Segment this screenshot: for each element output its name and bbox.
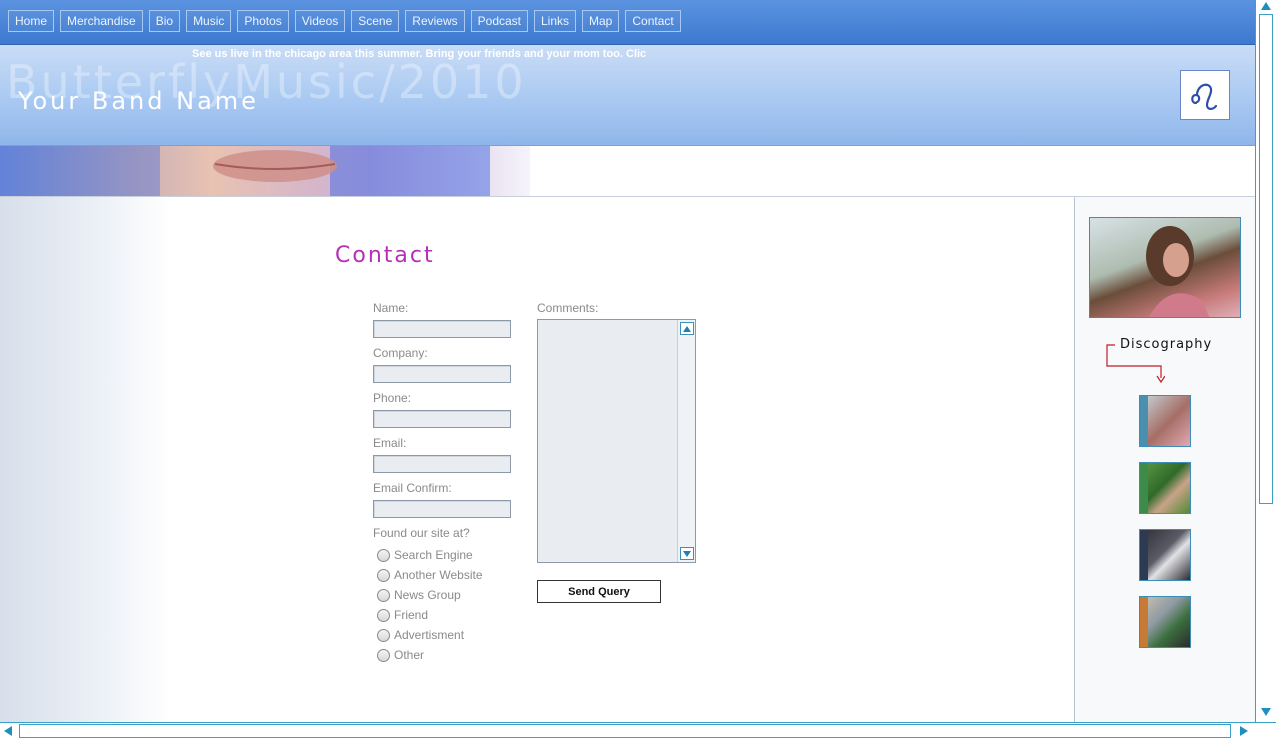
album-cover-band [1140,597,1148,647]
email-label: Email: [373,436,407,450]
name-field[interactable] [373,320,511,338]
header-banner: ButterflyMusic/2010 See us live in the c… [0,45,1255,146]
album-cover-2[interactable] [1139,462,1191,514]
horizontal-scroll-thumb[interactable] [19,724,1231,738]
phone-label: Phone: [373,391,412,405]
radio-another-website[interactable]: Another Website [377,568,483,582]
radio-button-icon[interactable] [377,608,390,622]
photo-strip [0,146,1255,197]
radio-label: News Group [394,588,461,602]
vertical-scrollbar[interactable] [1255,0,1276,722]
company-field[interactable] [373,365,511,383]
scroll-down-arrow-icon[interactable] [1260,706,1272,718]
company-label: Company: [373,346,428,360]
page-title: Contact [335,243,435,268]
nav-contact-link[interactable]: Contact [625,10,681,32]
main-content: Contact Name: Company: Phone: Email: Ema… [0,197,1074,722]
nav-bio-link[interactable]: Bio [148,10,181,32]
email-confirm-field[interactable] [373,500,511,518]
radio-other[interactable]: Other [377,648,424,662]
nav-merchandise-link[interactable]: Merchandise [60,10,143,32]
featured-artist-photo[interactable] [1089,217,1241,318]
album-cover-band [1140,463,1148,513]
radio-label: Search Engine [394,548,473,562]
radio-news-group[interactable]: News Group [377,588,461,602]
radio-label: Other [394,648,425,662]
radio-button-icon[interactable] [377,548,390,562]
comments-scrollbar[interactable] [677,320,695,562]
news-marquee[interactable]: See us live in the chicago area this sum… [192,48,646,60]
radio-button-icon[interactable] [377,648,390,662]
band-logo[interactable] [1180,70,1230,120]
found-site-label: Found our site at? [373,526,470,540]
header-photo-lips [0,146,530,196]
album-cover-3[interactable] [1139,529,1191,581]
radio-advertisment[interactable]: Advertisment [377,628,464,642]
nav-videos-link[interactable]: Videos [294,10,346,32]
nav-links-link[interactable]: Links [534,10,577,32]
send-query-button[interactable]: Send Query [537,580,661,603]
nav-home-link[interactable]: Home [8,10,55,32]
scroll-left-arrow-icon[interactable] [2,725,14,737]
scroll-up-arrow-icon[interactable] [1260,0,1272,12]
nav-list: Home Merchandise Bio Music Photos Videos… [8,10,681,32]
leo-zodiac-icon [1191,83,1218,110]
radio-friend[interactable]: Friend [377,608,428,622]
phone-field[interactable] [373,410,511,428]
nav-scene-link[interactable]: Scene [351,10,400,32]
album-cover-1[interactable] [1139,395,1191,447]
comments-textarea[interactable] [537,319,696,563]
name-label: Name: [373,301,409,315]
email-confirm-label: Email Confirm: [373,481,452,495]
radio-button-icon[interactable] [377,628,390,642]
scroll-down-arrow-icon[interactable] [680,547,694,560]
right-sidebar: Discography [1074,197,1255,722]
comments-label: Comments: [537,301,599,315]
scroll-right-arrow-icon[interactable] [1238,725,1250,737]
radio-label: Advertisment [394,628,465,642]
email-field[interactable] [373,455,511,473]
radio-search-engine[interactable]: Search Engine [377,548,473,562]
top-navigation: Home Merchandise Bio Music Photos Videos… [0,0,1255,45]
discography-arrow-icon [1106,344,1165,384]
page-viewport: Home Merchandise Bio Music Photos Videos… [0,0,1255,722]
album-cover-4[interactable] [1139,596,1191,648]
nav-photos-link[interactable]: Photos [237,10,289,32]
nav-music-link[interactable]: Music [186,10,232,32]
band-name-title: Your Band Name [18,87,259,115]
scroll-up-arrow-icon[interactable] [680,322,694,335]
vertical-scroll-thumb[interactable] [1259,14,1273,504]
horizontal-scrollbar[interactable] [0,722,1276,739]
radio-button-icon[interactable] [377,568,390,582]
album-cover-band [1140,396,1148,446]
nav-map-link[interactable]: Map [582,10,620,32]
album-cover-band [1140,530,1148,580]
nav-podcast-link[interactable]: Podcast [470,10,528,32]
radio-label: Another Website [394,568,483,582]
radio-label: Friend [394,608,429,622]
nav-reviews-link[interactable]: Reviews [405,10,465,32]
radio-button-icon[interactable] [377,588,390,602]
